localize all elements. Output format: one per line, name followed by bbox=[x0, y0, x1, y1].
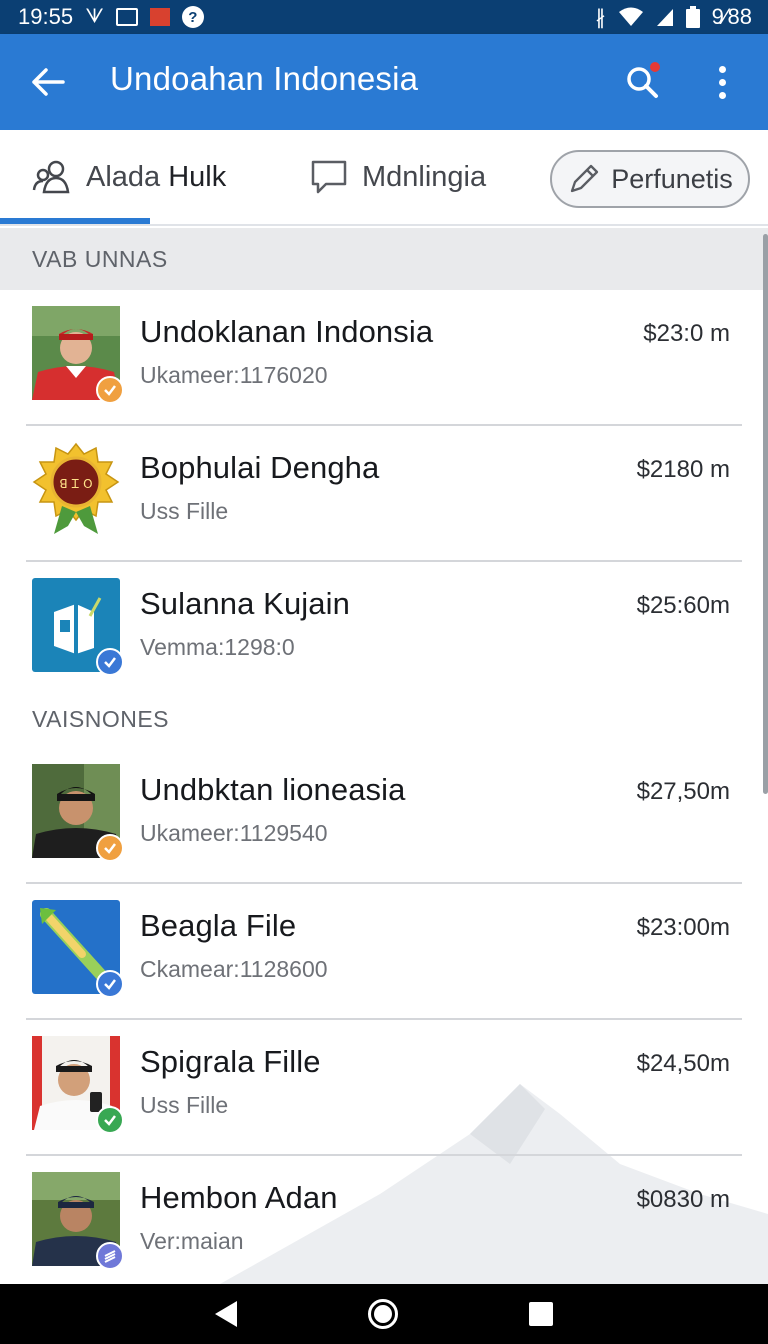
nav-home-icon[interactable] bbox=[367, 1299, 398, 1329]
list-item[interactable]: Beagla File Ckamear:1128600 $23:00m bbox=[0, 884, 768, 1020]
screenshot-icon bbox=[115, 8, 138, 26]
status-time: 19:55 bbox=[18, 4, 74, 29]
tab-mdnlingia[interactable]: Mdnlingia bbox=[310, 130, 486, 224]
item-subtitle: Ckamear:1128600 bbox=[140, 956, 328, 982]
avatar bbox=[32, 764, 124, 862]
verified-badge bbox=[96, 648, 124, 676]
list-item[interactable]: Undoklanan Indonsia Ukameer:1176020 $23:… bbox=[0, 290, 768, 426]
item-price: $2180 m bbox=[636, 456, 730, 483]
item-price: $23:00m bbox=[636, 914, 730, 941]
tab-label: Mdnlingia bbox=[362, 160, 487, 193]
item-title: Undoklanan Indonsia bbox=[140, 314, 434, 349]
help-icon: ? bbox=[181, 6, 204, 28]
arrow-left-icon bbox=[32, 68, 65, 96]
page-title: Undoahan Indonesia bbox=[110, 60, 419, 97]
item-subtitle: Ukameer:1176020 bbox=[140, 362, 328, 388]
item-title: Undbktan lioneasia bbox=[140, 772, 406, 807]
scrollbar[interactable] bbox=[763, 234, 768, 794]
item-subtitle: Ukameer:1129540 bbox=[140, 820, 328, 846]
pencil-icon bbox=[571, 164, 599, 193]
tab-label-strong: Hulk bbox=[168, 160, 227, 193]
list-item[interactable]: Hembon Adan Ver:maian $0830 m bbox=[0, 1156, 768, 1284]
item-title: Sulanna Kujain bbox=[140, 586, 350, 621]
navigation-bar bbox=[0, 1284, 768, 1344]
verified-badge bbox=[96, 834, 124, 862]
verified-badge bbox=[96, 1106, 124, 1134]
item-title: Beagla File bbox=[140, 908, 297, 943]
bluetooth-icon: ∦ bbox=[595, 6, 606, 29]
tab-alada-hulk[interactable]: Alada Hulk bbox=[32, 130, 226, 224]
chat-bubble-icon bbox=[311, 160, 347, 194]
wifi-icon bbox=[618, 7, 643, 26]
list-item[interactable]: ꓭ Ꮖ O Bophulai Dengha Uss Fille $2180 m bbox=[0, 426, 768, 562]
check-icon bbox=[104, 843, 116, 854]
cell-signal-icon bbox=[656, 9, 673, 26]
app-red-icon bbox=[149, 8, 170, 26]
section-header: VAB UNNAS bbox=[0, 228, 768, 290]
item-subtitle: Uss Fille bbox=[140, 1092, 229, 1118]
tab-indicator bbox=[0, 218, 150, 224]
app-avatar bbox=[32, 900, 124, 998]
nav-recents-icon[interactable] bbox=[528, 1302, 553, 1326]
check-icon bbox=[104, 385, 116, 396]
tab-bar: Alada Hulk Mdnlingia Perfunetis bbox=[0, 130, 768, 226]
signal-bars-icon: ᗐ bbox=[85, 5, 104, 28]
nav-back-icon[interactable] bbox=[215, 1301, 238, 1327]
app-bar: Undoahan Indonesia bbox=[0, 34, 768, 130]
list-item[interactable]: Sulanna Kujain Vemma:1298:0 $25:60m bbox=[0, 562, 768, 698]
emblem-avatar: ꓭ Ꮖ O bbox=[32, 442, 120, 536]
battery-icon bbox=[685, 6, 700, 28]
item-price: $27,50m bbox=[636, 778, 730, 805]
item-title: Hembon Adan bbox=[140, 1180, 338, 1215]
tab-label: Alada bbox=[86, 160, 161, 193]
status-clock: 9⁄88 bbox=[711, 4, 752, 29]
notification-dot bbox=[648, 60, 662, 74]
emblem-text: ꓭ Ꮖ O bbox=[59, 477, 92, 491]
perfunetis-chip[interactable]: Perfunetis bbox=[550, 150, 750, 208]
stack-badge bbox=[96, 1242, 124, 1270]
layers-icon bbox=[104, 1250, 116, 1263]
verified-badge bbox=[96, 376, 124, 404]
verified-badge bbox=[96, 970, 124, 998]
item-price: $0830 m bbox=[636, 1186, 730, 1213]
section-header: VAISNONES bbox=[32, 705, 169, 732]
item-subtitle: Uss Fille bbox=[140, 498, 229, 524]
app-avatar bbox=[32, 578, 124, 676]
avatar bbox=[32, 1036, 124, 1134]
check-icon bbox=[104, 657, 116, 668]
item-subtitle: Vemma:1298:0 bbox=[140, 634, 295, 660]
list-item[interactable]: Spigrala Fille Uss Fille $24,50m bbox=[0, 1020, 768, 1156]
status-bar: 19:55 ᗐ ? ∦ 9⁄88 bbox=[0, 0, 768, 34]
item-title: Bophulai Dengha bbox=[140, 450, 380, 485]
avatar bbox=[32, 306, 124, 404]
check-icon bbox=[104, 979, 116, 990]
item-price: $24,50m bbox=[636, 1050, 730, 1077]
group-icon bbox=[32, 160, 70, 194]
item-price: $23:0 m bbox=[643, 320, 730, 347]
back-button[interactable] bbox=[26, 60, 70, 104]
item-subtitle: Ver:maian bbox=[140, 1228, 244, 1254]
search-button[interactable] bbox=[618, 58, 666, 106]
check-icon bbox=[104, 1115, 116, 1126]
item-price: $25:60m bbox=[636, 592, 730, 619]
more-vert-icon bbox=[718, 65, 726, 73]
item-title: Spigrala Fille bbox=[140, 1044, 321, 1079]
avatar bbox=[32, 1172, 124, 1270]
list-item[interactable]: Undbktan lioneasia Ukameer:1129540 $27,5… bbox=[0, 748, 768, 884]
chip-label: Perfunetis bbox=[611, 163, 733, 194]
more-options-button[interactable] bbox=[700, 58, 744, 106]
item-list: Undoklanan Indonsia Ukameer:1176020 $23:… bbox=[0, 290, 768, 1284]
